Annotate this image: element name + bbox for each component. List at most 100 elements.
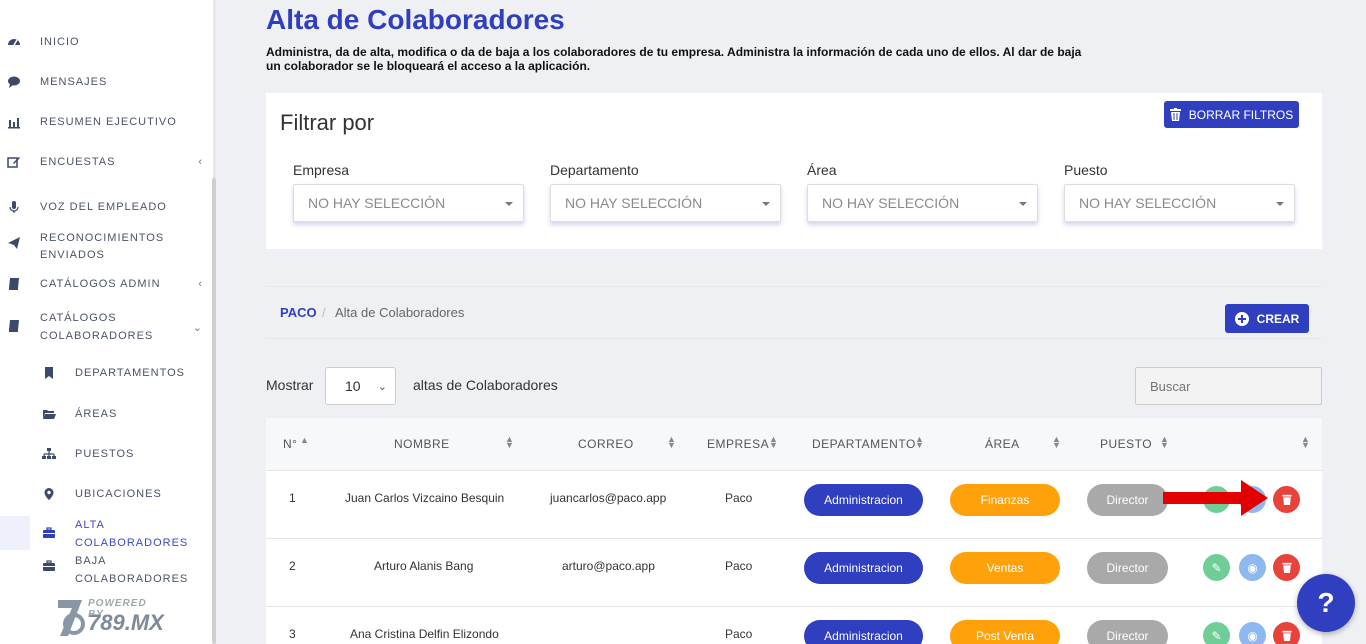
delete-button[interactable]	[1273, 486, 1300, 513]
trash-icon	[1281, 630, 1292, 641]
trash-icon	[1169, 108, 1181, 121]
column-header-empresa[interactable]: EMPRESA	[707, 437, 769, 451]
column-header-n[interactable]: N°	[283, 437, 297, 451]
edit-button[interactable]: ✎	[1203, 622, 1230, 644]
column-header-correo[interactable]: CORREO	[578, 437, 634, 451]
select-value: NO HAY SELECCIÓN	[822, 195, 960, 211]
clear-filters-label: BORRAR FILTROS	[1188, 107, 1294, 122]
column-header-nombre[interactable]: NOMBRE	[394, 437, 450, 451]
departamento-select[interactable]: NO HAY SELECCIÓN	[550, 184, 781, 222]
create-button[interactable]: CREAR	[1225, 304, 1309, 333]
breadcrumb-separator: /	[322, 305, 326, 320]
sidebar-item-resumen[interactable]: RESUMEN EJECUTIVO	[0, 112, 212, 132]
breadcrumb-root-link[interactable]: PACO	[280, 305, 317, 320]
trash-icon	[1281, 562, 1292, 573]
clear-filters-button[interactable]: BORRAR FILTROS	[1164, 101, 1299, 128]
sort-asc-icon[interactable]: ▲	[300, 436, 309, 445]
breadcrumb-current: Alta de Colaboradores	[335, 305, 465, 320]
help-button[interactable]: ?	[1297, 574, 1355, 632]
sidebar-item-label: INICIO	[40, 36, 80, 48]
chevron-left-icon: ‹	[198, 156, 202, 168]
cell-empresa: Paco	[725, 559, 753, 573]
sidebar-item-encuestas[interactable]: ENCUESTAS ‹	[0, 152, 212, 172]
filter-label: Empresa	[293, 162, 350, 178]
sort-icon[interactable]: ▲ ▼	[667, 435, 676, 450]
sidebar-item-label: MENSAJES	[40, 76, 108, 88]
view-button[interactable]: ◉	[1239, 622, 1266, 644]
sidebar-subitem-label-line1: ALTA	[75, 519, 105, 531]
sort-icon[interactable]: ▲ ▼	[769, 435, 778, 450]
sidebar-subitem-departamentos[interactable]: DEPARTAMENTOS	[0, 363, 212, 383]
breadcrumb: PACO / Alta de Colaboradores CREAR	[266, 286, 1322, 339]
sidebar-subitem-label: UBICACIONES	[75, 488, 162, 500]
sort-icon[interactable]: ▲ ▼	[505, 435, 514, 450]
cell-empresa: Paco	[725, 627, 753, 641]
pencil-icon: ✎	[1211, 560, 1222, 575]
plus-circle-icon	[1234, 311, 1249, 326]
sidebar-subitem-alta-colaboradores[interactable]: ALTA COLABORADORES	[0, 516, 212, 550]
departamento-badge: Administracion	[804, 484, 923, 516]
puesto-badge: Director	[1087, 484, 1168, 516]
sort-icon[interactable]: ▲ ▼	[1052, 435, 1061, 450]
delete-button[interactable]	[1273, 622, 1300, 644]
sidebar-subitem-label: PUESTOS	[75, 448, 135, 460]
caret-down-icon	[1019, 202, 1027, 206]
puesto-badge: Director	[1087, 620, 1168, 644]
bar-chart-icon	[6, 114, 22, 130]
sort-icon[interactable]: ▲ ▼	[1301, 435, 1310, 450]
sidebar-item-catalogos-colaboradores[interactable]: CATÁLOGOS COLABORADORES ⌄	[0, 309, 212, 343]
sidebar-subitem-ubicaciones[interactable]: UBICACIONES	[0, 484, 212, 504]
sort-icon[interactable]: ▲ ▼	[915, 435, 924, 450]
sidebar-subitem-label: ÁREAS	[75, 408, 118, 420]
chat-bubble-icon	[6, 74, 22, 90]
puesto-select[interactable]: NO HAY SELECCIÓN	[1064, 184, 1295, 222]
departamento-badge: Administracion	[804, 620, 923, 644]
sidebar-item-voz[interactable]: VOZ DEL EMPLEADO	[0, 197, 212, 217]
sidebar-item-label: VOZ DEL EMPLEADO	[40, 201, 167, 213]
column-header-area[interactable]: ÁREA	[985, 437, 1020, 451]
book-icon	[6, 276, 22, 292]
filter-label: Departamento	[550, 162, 639, 178]
sidebar-subitem-baja-colaboradores[interactable]: BAJA COLABORADORES	[0, 552, 212, 586]
edit-button[interactable]: ✎	[1203, 554, 1230, 581]
sort-icon[interactable]: ▲ ▼	[1160, 435, 1169, 450]
edit-icon	[6, 154, 22, 170]
view-button[interactable]: ◉	[1239, 554, 1266, 581]
annotation-arrow-icon	[1163, 480, 1268, 516]
sidebar-subitem-label-line2: COLABORADORES	[75, 537, 189, 549]
colaboradores-table: N° ▲ NOMBRE ▲ ▼ CORREO ▲ ▼ EMPRESA ▲ ▼ DEPA…	[266, 418, 1322, 644]
empresa-select[interactable]: NO HAY SELECCIÓN	[293, 184, 524, 222]
eye-icon: ◉	[1247, 560, 1258, 575]
area-select[interactable]: NO HAY SELECCIÓN	[807, 184, 1038, 222]
sidebar-item-catalogos-admin[interactable]: CATÁLOGOS ADMIN ‹	[0, 274, 212, 294]
sidebar-item-label: CATÁLOGOS ADMIN	[40, 278, 161, 290]
sidebar-item-reconocimientos[interactable]: RECONOCIMIENTOS ENVIADOS	[0, 229, 212, 263]
area-badge: Finanzas	[950, 484, 1060, 516]
chevron-left-icon: ‹	[198, 278, 202, 290]
sidebar-scroll-thumb[interactable]	[212, 178, 216, 644]
folder-open-icon	[41, 406, 57, 422]
select-value: NO HAY SELECCIÓN	[565, 195, 703, 211]
sidebar-item-label-line1: RECONOCIMIENTOS	[40, 232, 165, 244]
sidebar-item-mensajes[interactable]: MENSAJES	[0, 72, 212, 92]
filter-puesto: Puesto NO HAY SELECCIÓN	[1064, 162, 1295, 222]
table-row: 2 Arturo Alanis Bang arturo@paco.app Pac…	[266, 539, 1322, 607]
page-description: Administra, da de alta, modifica o da de…	[266, 45, 1082, 73]
show-entries-suffix: altas de Colaboradores	[413, 377, 558, 393]
brand-logo-icon	[58, 600, 85, 636]
caret-down-icon	[505, 202, 513, 206]
sidebar-item-inicio[interactable]: INICIO	[0, 32, 212, 52]
search-input[interactable]	[1135, 367, 1322, 405]
sidebar-subitem-areas[interactable]: ÁREAS	[0, 404, 212, 424]
page-size-value: 10	[345, 378, 361, 394]
briefcase-icon	[41, 525, 57, 541]
select-value: NO HAY SELECCIÓN	[1079, 195, 1217, 211]
cell-n: 3	[289, 627, 296, 641]
column-header-departamento[interactable]: DEPARTAMENTO	[812, 437, 916, 451]
sidebar-subitem-puestos[interactable]: PUESTOS	[0, 444, 212, 464]
page-size-select[interactable]: 10 ⌄	[325, 367, 396, 405]
cell-nombre: Arturo Alanis Bang	[374, 559, 474, 573]
cell-empresa: Paco	[725, 491, 753, 505]
delete-button[interactable]	[1273, 554, 1300, 581]
column-header-puesto[interactable]: PUESTO	[1100, 437, 1152, 451]
